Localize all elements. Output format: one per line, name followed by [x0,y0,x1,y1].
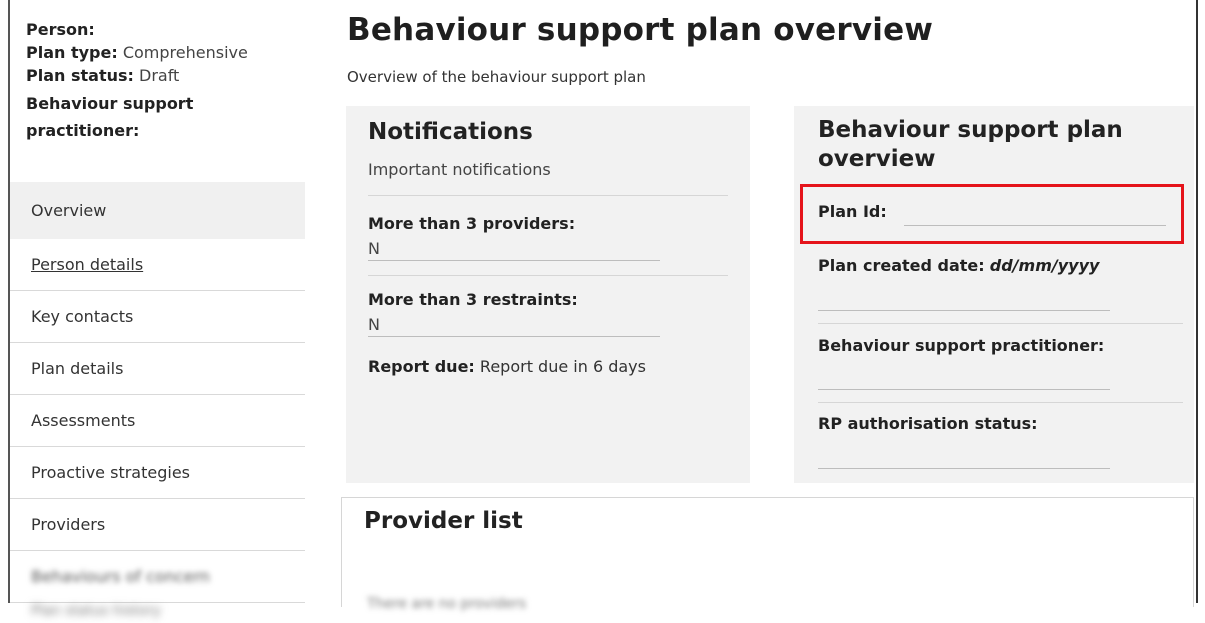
plan-overview-title-line2: overview [818,146,936,172]
plan-status-label: Plan status: [26,66,134,85]
restraints-count-value: N [368,315,660,337]
practitioner-underline [818,389,1110,390]
sidebar-item-label: Proactive strategies [31,463,190,482]
plan-id-highlight [800,184,1184,244]
page-title: Behaviour support plan overview [347,12,934,48]
rp-authorisation-underline [818,468,1110,469]
plan-created-underline [818,310,1110,311]
notifications-subtitle: Important notifications [368,160,551,179]
page-subtitle: Overview of the behaviour support plan [347,68,646,86]
sidebar-item-person-details[interactable]: Person details [10,239,305,291]
sidebar-item-overview[interactable]: Overview [10,182,305,239]
report-due-value: Report due in 6 days [479,357,646,376]
practitioner-row: Behaviour support practitioner: [26,90,320,144]
practitioner-label-line1: Behaviour support [26,94,194,113]
divider [818,323,1183,324]
sidebar-nav: Overview Person details Key contacts Pla… [10,182,305,623]
sidebar-item-label: Assessments [31,411,136,430]
providers-count-value: N [368,239,660,261]
sidebar-item-label: Behaviours of concern [31,567,210,586]
practitioner-label-line2: practitioner: [26,121,140,140]
sidebar-item-assessments[interactable]: Assessments [10,395,305,447]
plan-type-value: Comprehensive [122,43,248,62]
sidebar-item-key-contacts[interactable]: Key contacts [10,291,305,343]
sidebar-item-plan-details[interactable]: Plan details [10,343,305,395]
sidebar-item-label: Person details [31,255,144,274]
divider [818,402,1183,403]
sidebar-item-label: Providers [31,515,106,534]
sidebar-item-behaviours-of-concern[interactable]: Behaviours of concern [10,551,305,603]
sidebar-item-proactive-strategies[interactable]: Proactive strategies [10,447,305,499]
person-label: Person: [26,20,95,39]
provider-list-card: Provider list There are no providers [341,497,1194,612]
restraints-count-label: More than 3 restraints: [368,290,578,309]
providers-count-label: More than 3 providers: [368,214,576,233]
person-row: Person: [26,18,320,41]
plan-status-value: Draft [139,66,180,85]
divider [368,195,728,196]
plan-created-row: Plan created date: dd/mm/yyyy [818,256,1099,275]
provider-list-title: Provider list [364,508,523,534]
sidebar-item-label: Plan details [31,359,124,378]
provider-list-empty-text: There are no providers [367,596,527,612]
sidebar-item-label: Overview [31,201,107,220]
plan-status-row: Plan status: Draft [26,64,320,87]
plan-overview-card: Behaviour support plan overview Plan Id:… [794,106,1194,483]
plan-summary: Person: Plan type: Comprehensive Plan st… [10,0,320,144]
practitioner-field-label: Behaviour support practitioner: [818,336,1105,355]
report-due-label: Report due: [368,357,475,376]
plan-overview-title-line1: Behaviour support plan [818,117,1123,143]
page-right-border [1196,0,1198,603]
sidebar-item-label: Plan status history [31,603,161,619]
plan-type-label: Plan type: [26,43,118,62]
plan-type-row: Plan type: Comprehensive [26,41,320,64]
sidebar-item-plan-status-history[interactable]: Plan status history [10,603,305,623]
notifications-card: Notifications Important notifications Mo… [346,106,750,483]
rp-authorisation-label: RP authorisation status: [818,414,1038,433]
plan-created-label: Plan created date: [818,256,985,275]
sidebar-item-label: Key contacts [31,307,134,326]
notifications-title: Notifications [368,119,533,145]
report-due-row: Report due: Report due in 6 days [368,357,728,376]
plan-created-value: dd/mm/yyyy [989,256,1100,275]
sidebar-item-providers[interactable]: Providers [10,499,305,551]
divider [368,275,728,276]
